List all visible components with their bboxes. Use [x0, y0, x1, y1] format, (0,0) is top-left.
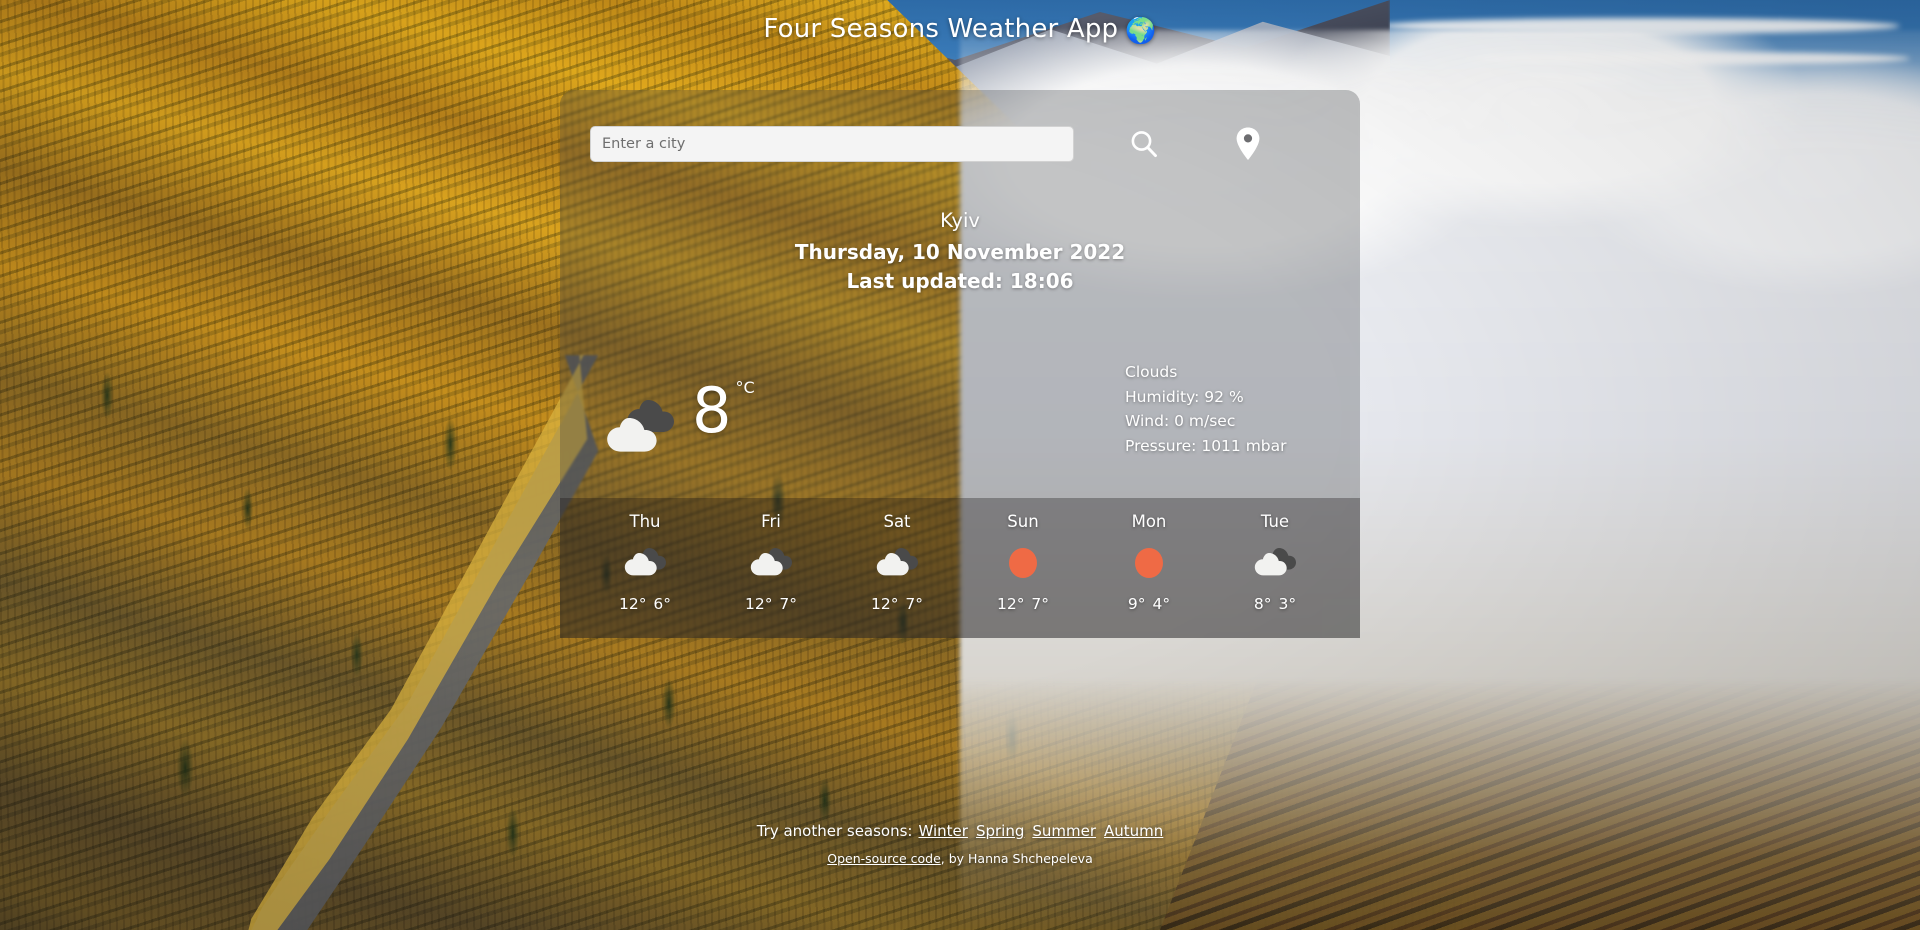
- forecast-icon-wrap: [750, 541, 792, 585]
- weather-card: Kyiv Thursday, 10 November 2022 Last upd…: [560, 90, 1360, 638]
- location-meta: Kyiv Thursday, 10 November 2022 Last upd…: [560, 208, 1360, 295]
- forecast-max: 9°: [1127, 595, 1146, 613]
- current-date: Thursday, 10 November 2022: [794, 240, 1126, 265]
- current-temperature-group: 8 °C: [600, 364, 755, 458]
- cloud-icon: [876, 548, 918, 576]
- current-conditions: 8 °C Clouds Humidity: 92 % Wind: 0 m/sec…: [560, 360, 1360, 470]
- search-input[interactable]: [590, 126, 1074, 162]
- cloud-icon: [750, 548, 792, 576]
- current-weather-icon-wrap: [600, 388, 678, 458]
- cloud-icon: [607, 400, 674, 452]
- page-footer: Try another seasons: Winter Spring Summer Au…: [0, 822, 1920, 866]
- forecast-day: Mon 9° 4°: [1086, 498, 1212, 638]
- forecast-icon-wrap: [1254, 541, 1296, 585]
- forecast-temps: 12° 7°: [997, 595, 1049, 613]
- forecast-icon-wrap: [876, 541, 918, 585]
- credit-line: Open-source code, by Hanna Shchepeleva: [0, 851, 1920, 866]
- forecast-min: 7°: [905, 595, 924, 613]
- forecast-max: 12°: [618, 595, 647, 613]
- forecast-icon-wrap: [1009, 541, 1037, 585]
- season-link-autumn[interactable]: Autumn: [1104, 822, 1163, 840]
- current-location-button[interactable]: [1222, 122, 1274, 166]
- city-name: Kyiv: [940, 209, 980, 232]
- forecast-day-name: Sun: [1007, 512, 1039, 531]
- forecast-day: Thu 12° 6°: [582, 498, 708, 638]
- temperature-unit[interactable]: °C: [735, 378, 754, 397]
- seasons-label: Try another seasons:: [756, 822, 913, 840]
- forecast-strip: Thu 12° 6° Fri 12° 7° Sat 12° 7° Sun 12°…: [560, 498, 1360, 638]
- forecast-min: 4°: [1152, 595, 1171, 613]
- weather-details: Clouds Humidity: 92 % Wind: 0 m/sec Pres…: [1125, 360, 1287, 458]
- forecast-min: 7°: [779, 595, 798, 613]
- search-button[interactable]: [1118, 122, 1170, 166]
- author-name: , by Hanna Shchepeleva: [940, 851, 1093, 866]
- forecast-day: Sun 12° 7°: [960, 498, 1086, 638]
- cloud-icon: [624, 548, 666, 576]
- sun-icon: [1009, 548, 1037, 578]
- weather-description: Clouds: [1125, 363, 1178, 381]
- forecast-min: 6°: [653, 595, 672, 613]
- forecast-day-name: Fri: [761, 512, 781, 531]
- wind-value: Wind: 0 m/sec: [1125, 412, 1236, 430]
- forecast-day: Tue 8° 3°: [1212, 498, 1338, 638]
- forecast-day: Fri 12° 7°: [708, 498, 834, 638]
- last-updated: Last updated: 18:06: [846, 268, 1074, 293]
- humidity-value: Humidity: 92 %: [1125, 387, 1244, 406]
- season-link-winter[interactable]: Winter: [919, 822, 968, 840]
- season-switcher: Try another seasons: Winter Spring Summer Au…: [0, 822, 1920, 840]
- forecast-day-name: Sat: [883, 512, 911, 531]
- location-pin-icon: [1236, 127, 1260, 160]
- forecast-temps: 9° 4°: [1128, 595, 1170, 613]
- forecast-temps: 12° 7°: [871, 595, 923, 613]
- globe-icon: 🌍: [1125, 16, 1157, 45]
- forecast-max: 12°: [870, 595, 899, 613]
- forecast-temps: 8° 3°: [1254, 595, 1296, 613]
- pressure-value: Pressure: 1011 mbar: [1125, 436, 1287, 455]
- forecast-min: 3°: [1278, 595, 1297, 613]
- forecast-day-name: Mon: [1131, 512, 1167, 531]
- season-link-spring[interactable]: Spring: [976, 822, 1024, 840]
- open-source-link[interactable]: Open-source code: [827, 851, 941, 866]
- app-title: Four Seasons Weather App 🌍: [0, 14, 1920, 46]
- forecast-day-name: Tue: [1260, 512, 1290, 531]
- forecast-day-name: Thu: [629, 512, 661, 531]
- forecast-max: 8°: [1253, 595, 1272, 613]
- season-link-summer[interactable]: Summer: [1032, 822, 1096, 840]
- search-bar: [590, 120, 1330, 168]
- cloud-icon: [1254, 548, 1296, 576]
- search-icon: [1131, 131, 1157, 158]
- app-title-text: Four Seasons Weather App: [763, 14, 1119, 44]
- temperature-value: 8: [692, 374, 732, 447]
- forecast-icon-wrap: [624, 541, 666, 585]
- forecast-max: 12°: [996, 595, 1025, 613]
- sun-icon: [1135, 548, 1163, 578]
- forecast-day: Sat 12° 7°: [834, 498, 960, 638]
- forecast-temps: 12° 6°: [619, 595, 671, 613]
- forecast-temps: 12° 7°: [745, 595, 797, 613]
- forecast-min: 7°: [1031, 595, 1050, 613]
- forecast-icon-wrap: [1135, 541, 1163, 585]
- forecast-max: 12°: [744, 595, 773, 613]
